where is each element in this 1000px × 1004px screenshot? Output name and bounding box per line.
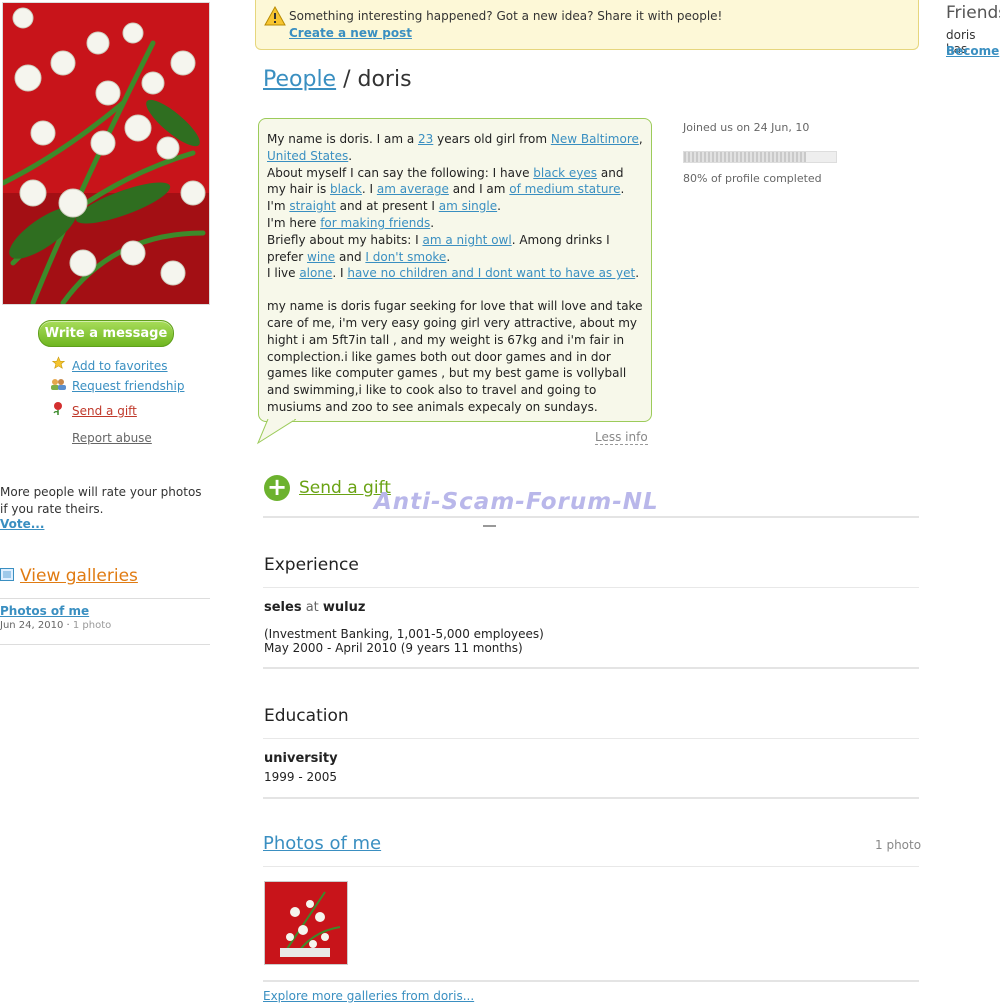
gallery-title-link[interactable]: Photos of me (0, 604, 89, 618)
profile-progress-fill (684, 152, 806, 162)
gallery-icon (0, 566, 14, 586)
purpose-link[interactable]: for making friends (320, 216, 430, 230)
add-to-favorites-link[interactable]: Add to favorites (50, 356, 168, 374)
divider (263, 667, 919, 669)
lily-flower-image (3, 3, 209, 304)
drink-link[interactable]: wine (307, 250, 335, 264)
divider-tick (483, 525, 496, 527)
users-icon (50, 378, 66, 393)
profile-completed-text: 80% of profile completed (683, 172, 822, 185)
add-to-favorites-label: Add to favorites (72, 359, 168, 373)
education-school: university (264, 751, 338, 766)
vote-link[interactable]: Vote... (0, 517, 44, 531)
about-text: my name is doris fugar seeking for love … (267, 299, 643, 414)
send-gift-label: Send a gift (72, 404, 137, 418)
job-detail: (Investment Banking, 1,001-5,000 employe… (264, 627, 544, 655)
write-message-button[interactable]: Write a message (38, 320, 174, 347)
become-friend-link[interactable]: Become (946, 44, 999, 58)
divider (263, 866, 919, 867)
bubble-tail (256, 419, 296, 445)
divider (263, 980, 919, 982)
rose-icon (50, 401, 66, 418)
breadcrumb-people-link[interactable]: People (263, 67, 336, 92)
joined-date: Joined us on 24 Jun, 10 (683, 121, 810, 134)
breadcrumb-current: doris (357, 67, 412, 92)
eyes-link[interactable]: black eyes (533, 166, 597, 180)
education-years: 1999 - 2005 (264, 770, 338, 784)
explore-galleries-link[interactable]: Explore more galleries from doris... (263, 989, 474, 1003)
country-link[interactable]: United States (267, 149, 348, 163)
send-gift-link[interactable]: Send a gift (50, 401, 137, 419)
orientation-link[interactable]: straight (289, 199, 336, 213)
watermark: Anti-Scam-Forum-NL (374, 489, 659, 515)
view-galleries-label: View galleries (20, 566, 138, 586)
profile-progress-bar (683, 151, 837, 163)
thumbnail-image (265, 882, 347, 964)
stature-link[interactable]: of medium stature (509, 182, 620, 196)
friends-title: Friends (946, 3, 1000, 23)
create-post-link[interactable]: Create a new post (289, 26, 412, 40)
divider (263, 587, 919, 588)
hair-link[interactable]: black (330, 182, 362, 196)
experience-title: Experience (264, 555, 359, 575)
divider (263, 738, 919, 739)
gallery-date: Jun 24, 2010 (0, 620, 64, 631)
gallery-count: 1 photo (72, 620, 112, 631)
build-link[interactable]: am average (377, 182, 449, 196)
divider (263, 516, 919, 518)
notice-text: Something interesting happened? Got a ne… (289, 9, 723, 23)
smoke-link[interactable]: I don't smoke (365, 250, 446, 264)
notice-box (255, 0, 919, 50)
profile-avatar[interactable] (2, 2, 210, 305)
children-link[interactable]: have no children and I dont want to have… (347, 266, 635, 280)
breadcrumb: People / doris (263, 67, 412, 92)
habit-link[interactable]: am a night owl (422, 233, 511, 247)
request-friendship-link[interactable]: Request friendship (50, 378, 184, 396)
photos-count: 1 photo (875, 838, 922, 852)
rate-photos-text: More people will rate your photos if you… (0, 485, 202, 516)
education-title: Education (264, 706, 349, 726)
job-title: seles at wuluz (264, 600, 366, 615)
request-friendship-label: Request friendship (72, 379, 185, 393)
view-galleries-link[interactable]: View galleries (0, 566, 138, 586)
warning-icon (264, 5, 286, 26)
photo-thumbnail[interactable] (264, 881, 348, 965)
live-link[interactable]: alone (299, 266, 332, 280)
age-link[interactable]: 23 (418, 132, 433, 146)
plus-icon[interactable]: + (264, 475, 290, 501)
gallery-meta: Jun 24, 2010 · 1 photo (0, 620, 112, 631)
report-abuse-link[interactable]: Report abuse (72, 431, 152, 445)
city-link[interactable]: New Baltimore (551, 132, 639, 146)
less-info-link[interactable]: Less info (595, 430, 648, 445)
divider (263, 797, 919, 799)
status-link[interactable]: am single (439, 199, 497, 213)
bio-text: My name is doris. I am a 23 years old gi… (267, 132, 643, 414)
photos-title-link[interactable]: Photos of me (263, 833, 381, 854)
star-icon (50, 356, 66, 373)
